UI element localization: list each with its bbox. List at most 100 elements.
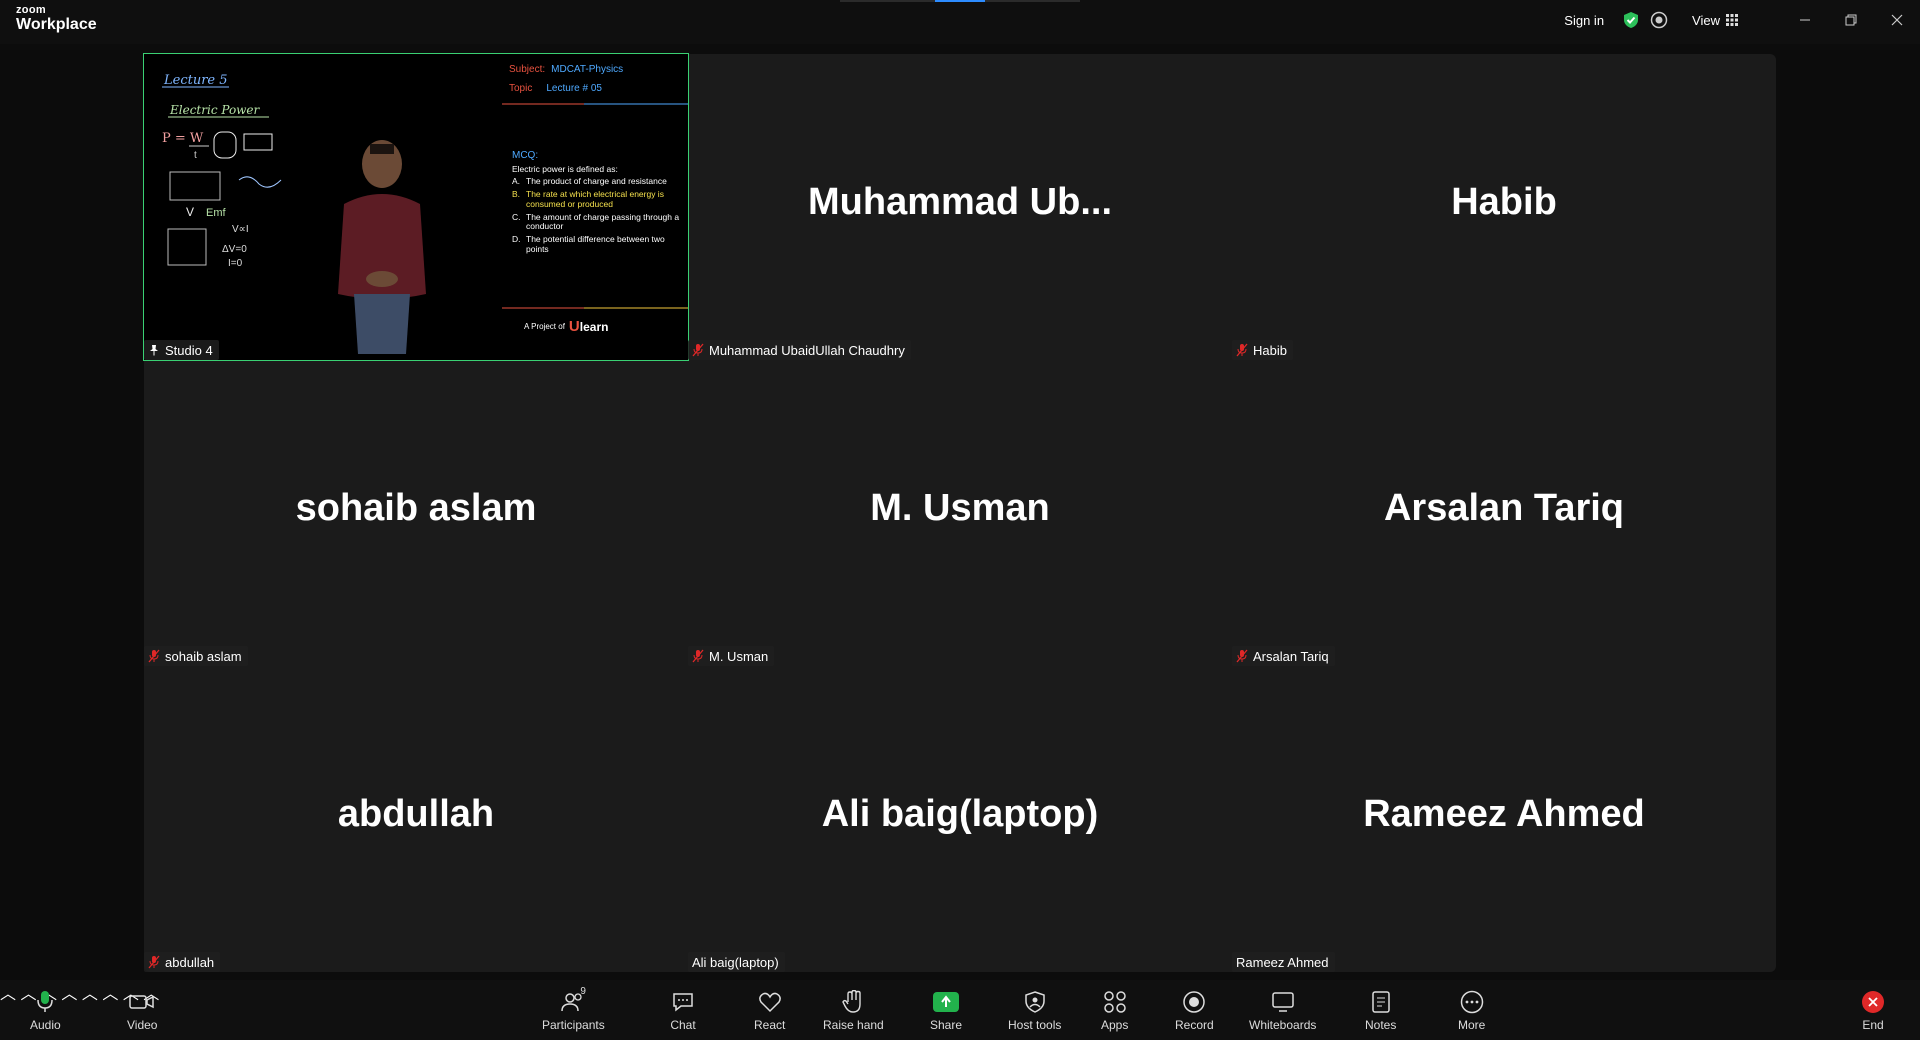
mic-muted-icon — [148, 649, 160, 663]
participant-display-name: abdullah — [337, 792, 495, 835]
slide-subject-value: MDCAT-Physics — [551, 64, 624, 75]
participant-name-tag: Arsalan Tariq — [1232, 646, 1335, 666]
participant-tile[interactable]: Muhammad Ub... Muhammad UbaidUllah Chaud… — [688, 54, 1232, 360]
more-icon — [1460, 990, 1483, 1014]
mic-muted-icon — [148, 955, 160, 969]
participants-label: Participants — [542, 1018, 605, 1032]
react-label: React — [754, 1018, 786, 1032]
mic-muted-icon — [1236, 649, 1248, 663]
mcq-option: D. The potential difference between two p… — [512, 234, 665, 254]
participant-display-name: Ali baig(laptop) — [821, 792, 1099, 835]
chat-button[interactable]: Chat — [670, 980, 696, 1040]
board-title: Lecture 5 — [163, 73, 228, 88]
record-icon — [1183, 991, 1206, 1013]
react-button[interactable]: React — [754, 980, 785, 1040]
participant-name: abdullah — [165, 954, 215, 970]
audio-options-caret[interactable]: ︿ — [0, 986, 16, 1003]
participant-name: M. Usman — [709, 648, 769, 664]
raise-hand-button[interactable]: Raise hand — [823, 980, 884, 1040]
participant-name-tag: abdullah — [144, 952, 221, 972]
participant-name: Muhammad UbaidUllah Chaudhry — [709, 342, 905, 358]
apps-options-caret[interactable]: ︿ — [102, 986, 118, 1003]
view-button[interactable]: View — [1692, 13, 1738, 28]
share-button[interactable]: Share — [930, 980, 962, 1040]
participant-display-name: M. Usman — [870, 486, 1050, 529]
participant-tile[interactable]: Arsalan Tariq Arsalan Tariq — [1232, 360, 1776, 666]
video-gallery: Lecture 5 Electric Power P = W t V Emf V… — [143, 53, 1776, 972]
participant-display-name: Muhammad Ub... — [807, 180, 1113, 223]
svg-text:t: t — [194, 150, 197, 161]
participant-tile[interactable]: Habib Habib — [1232, 54, 1776, 360]
whiteboard-icon — [1271, 992, 1294, 1012]
close-button[interactable] — [1874, 0, 1920, 40]
svg-text:Emf: Emf — [206, 207, 227, 219]
notes-icon — [1371, 991, 1390, 1013]
heart-icon — [758, 992, 781, 1013]
credit-prefix: A Project of — [524, 322, 565, 331]
apps-button[interactable]: Apps — [1101, 980, 1128, 1040]
participant-tile[interactable]: abdullah abdullah — [144, 666, 688, 972]
minimize-button[interactable] — [1782, 0, 1828, 40]
participant-name: Ali baig(laptop) — [692, 954, 779, 970]
zoom-window: zoom Workplace Sign in View Lecture 5 El… — [0, 0, 1920, 1040]
participant-name-tag: M. Usman — [688, 646, 775, 666]
slide-topic-value: Lecture # 05 — [546, 83, 602, 94]
record-button[interactable]: Record — [1175, 980, 1214, 1040]
hand-icon — [842, 990, 862, 1013]
host-tools-label: Host tools — [1008, 1018, 1062, 1032]
sign-in-link[interactable]: Sign in — [1564, 13, 1604, 28]
participant-name: Arsalan Tariq — [1253, 648, 1329, 664]
mcq-option: B. The rate at which electrical energy is… — [512, 189, 664, 209]
whiteboards-button[interactable]: Whiteboards — [1249, 980, 1316, 1040]
video-button[interactable]: Video — [127, 980, 157, 1040]
participant-tile-studio-4[interactable]: Lecture 5 Electric Power P = W t V Emf V… — [143, 53, 689, 361]
share-screen-icon — [941, 995, 951, 1007]
share-options-caret[interactable]: ︿ — [82, 986, 98, 1003]
svg-text:V: V — [186, 205, 194, 219]
chat-icon — [673, 993, 693, 1012]
participant-display-name: Habib — [1451, 180, 1557, 223]
recording-status-icon[interactable] — [1650, 11, 1668, 29]
participant-name: Habib — [1253, 342, 1287, 358]
participant-tile[interactable]: sohaib aslam sohaib aslam — [144, 360, 688, 666]
participant-name-tag: Studio 4 — [144, 340, 219, 360]
participant-name-tag: Muhammad UbaidUllah Chaudhry — [688, 340, 911, 360]
participant-name-tag: sohaib aslam — [144, 646, 248, 666]
participant-name: Studio 4 — [165, 342, 213, 358]
participant-display-name: Rameez Ahmed — [1363, 792, 1645, 835]
encryption-shield-icon[interactable] — [1622, 11, 1640, 29]
participant-name-tag: Ali baig(laptop) — [688, 952, 785, 972]
ulearn-logo: Ulearn — [568, 318, 609, 335]
slide-subject-label: Subject: — [509, 64, 546, 75]
participants-button[interactable]: 9 Participants — [542, 980, 605, 1040]
participant-name: sohaib aslam — [165, 648, 242, 664]
mic-muted-icon — [1236, 343, 1248, 357]
title-bar: zoom Workplace Sign in View — [0, 0, 1920, 44]
mic-muted-icon — [692, 343, 704, 357]
slide-credit: A Project of Ulearn — [524, 318, 608, 335]
view-label: View — [1692, 12, 1720, 28]
participant-name-tag: Habib — [1232, 340, 1293, 360]
raise-hand-label: Raise hand — [823, 1018, 884, 1032]
notes-label: Notes — [1365, 1018, 1397, 1032]
svg-text:I=0: I=0 — [228, 258, 243, 269]
audio-button[interactable]: Audio — [30, 980, 61, 1040]
host-tools-button[interactable]: Host tools — [1008, 980, 1061, 1040]
participant-tile[interactable]: Ali baig(laptop) Ali baig(laptop) — [688, 666, 1232, 972]
chat-options-caret[interactable]: ︿ — [61, 986, 77, 1003]
more-button[interactable]: More — [1458, 980, 1485, 1040]
brand-large: Workplace — [16, 16, 97, 33]
share-label: Share — [930, 1018, 963, 1032]
record-label: Record — [1175, 1018, 1214, 1032]
participant-tile[interactable]: Rameez Ahmed Rameez Ahmed — [1232, 666, 1776, 972]
board-subtitle: Electric Power — [169, 103, 261, 117]
notes-button[interactable]: Notes — [1365, 980, 1396, 1040]
restore-button[interactable] — [1828, 0, 1874, 40]
end-close-icon — [1868, 997, 1878, 1007]
video-camera-icon — [129, 995, 154, 1009]
grid-icon — [1726, 14, 1738, 26]
participant-tile[interactable]: M. Usman M. Usman — [688, 360, 1232, 666]
apps-icon — [1103, 991, 1126, 1013]
end-meeting-button[interactable]: End — [1860, 980, 1886, 1040]
meeting-info-indicator[interactable] — [840, 0, 1080, 2]
